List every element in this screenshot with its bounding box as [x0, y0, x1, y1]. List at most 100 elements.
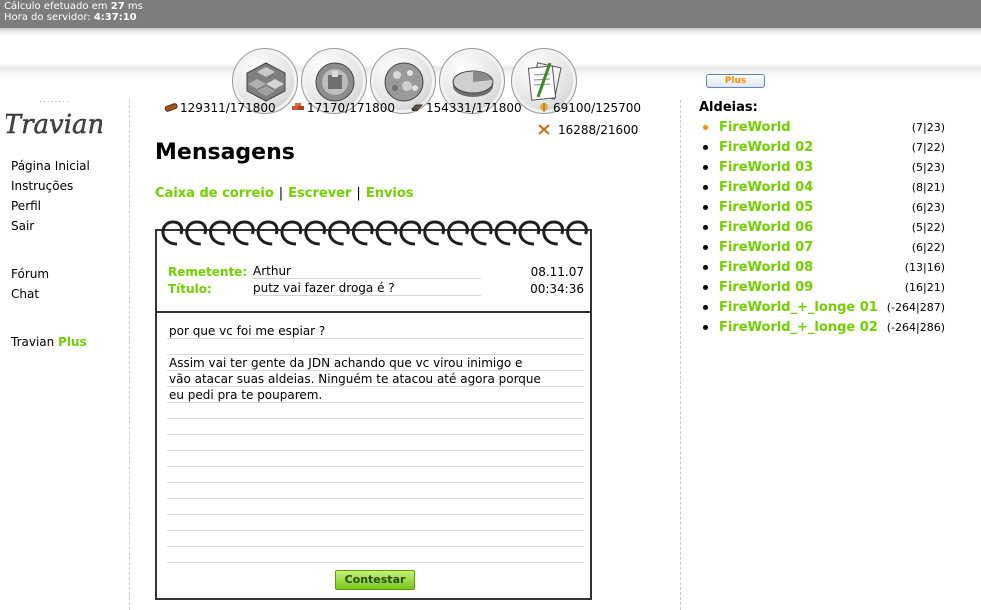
- village-coords: (-264|286): [886, 321, 945, 334]
- tab-separator: |: [278, 186, 284, 201]
- bullet-icon: [703, 205, 708, 210]
- spiral-ring: [542, 220, 565, 246]
- bullet-icon: [703, 325, 708, 330]
- village-name-link[interactable]: FireWorld 04: [719, 180, 813, 195]
- statistics-icon: [452, 70, 494, 97]
- notebook-spiral: [161, 220, 588, 246]
- village-name-link[interactable]: FireWorld_+_longe 02: [719, 320, 878, 335]
- spiral-ring: [256, 220, 279, 246]
- instructions-link[interactable]: Instruções: [11, 179, 73, 193]
- bullet-icon: [703, 145, 708, 150]
- village-coords: (8|21): [911, 181, 945, 194]
- village-coords: (5|23): [911, 161, 945, 174]
- bullet-icon: [703, 245, 708, 250]
- iron-icon: [410, 104, 424, 111]
- spiral-ring: [185, 220, 208, 246]
- travian-plus-link[interactable]: Travian Plus: [11, 335, 87, 349]
- wood-icon: [164, 103, 178, 112]
- spiral-ring: [304, 220, 327, 246]
- bullet-icon: [703, 265, 708, 270]
- villages-title: Aldeias:: [699, 100, 758, 115]
- spiral-ring: [518, 220, 541, 246]
- village-item[interactable]: FireWorld (7|23): [703, 120, 953, 136]
- village-name-link[interactable]: FireWorld: [719, 120, 791, 135]
- wood-resource: 129311/171800: [164, 101, 276, 115]
- crop-consumption-icon: [538, 124, 550, 135]
- village-overview-icon: [246, 62, 286, 102]
- home-link[interactable]: Página Inicial: [11, 159, 90, 173]
- reply-button[interactable]: Contestar: [335, 570, 415, 590]
- profile-link[interactable]: Perfil: [11, 199, 41, 213]
- spiral-ring: [447, 220, 469, 246]
- village-name-link[interactable]: FireWorld 02: [719, 140, 813, 155]
- message-body-line: vão atacar suas aldeias. Ninguém te atac…: [169, 372, 541, 386]
- village-coords: (6|23): [911, 201, 945, 214]
- village-item[interactable]: FireWorld 04 (8|21): [703, 180, 953, 196]
- bullet-icon: [703, 285, 708, 290]
- village-item[interactable]: FireWorld 06 (5|22): [703, 220, 953, 236]
- spiral-ring: [566, 220, 588, 246]
- spiral-ring: [470, 220, 493, 246]
- spiral-ring: [280, 220, 303, 246]
- message-body-line: Assim vai ter gente da JDN achando que v…: [169, 356, 523, 370]
- reports-messages-icon: [527, 62, 562, 101]
- village-name-link[interactable]: FireWorld 08: [719, 260, 813, 275]
- bullet-icon: [703, 125, 708, 130]
- village-item[interactable]: FireWorld 08 (13|16): [703, 260, 953, 276]
- spiral-ring: [209, 220, 231, 246]
- bullet-icon: [703, 225, 708, 230]
- village-name-link[interactable]: FireWorld 03: [719, 160, 813, 175]
- left-column-separator: [129, 100, 130, 610]
- village-coords: (13|16): [904, 261, 945, 274]
- plus-button[interactable]: Plus: [706, 74, 765, 88]
- tab-inbox[interactable]: Caixa de correio: [155, 186, 274, 201]
- village-item[interactable]: FireWorld 07 (6|22): [703, 240, 953, 256]
- top-status-bar: Cálculo efetuado em 27 ms Hora do servid…: [0, 0, 981, 28]
- village-item[interactable]: FireWorld_+_longe 02 (-264|286): [703, 320, 953, 336]
- svg-text:Travian: Travian: [6, 110, 102, 139]
- clay-icon: [292, 103, 304, 110]
- bullet-icon: [703, 185, 708, 190]
- village-coords: (7|23): [911, 121, 945, 134]
- village-name-link[interactable]: FireWorld 05: [719, 200, 813, 215]
- village-coords: (6|22): [911, 241, 945, 254]
- forum-link[interactable]: Fórum: [11, 267, 49, 281]
- bullet-icon: [703, 165, 708, 170]
- message-time: 00:34:36: [530, 282, 584, 296]
- message-tabs: Caixa de correio | Escrever | Envios: [155, 186, 414, 201]
- crop-consumption: 16288/21600: [537, 123, 638, 137]
- sender-name[interactable]: Arthur: [253, 264, 481, 279]
- village-item[interactable]: FireWorld 09 (16|21): [703, 280, 953, 296]
- tab-separator: |: [356, 186, 361, 201]
- village-item[interactable]: FireWorld 05 (6|23): [703, 200, 953, 216]
- spiral-ring: [351, 220, 374, 246]
- server-time-text: Hora do servidor: 4:37:10: [4, 12, 137, 23]
- message-notebook: Remetente: Arthur 08.11.07 Título: putz …: [155, 229, 592, 600]
- village-name-link[interactable]: FireWorld 06: [719, 220, 813, 235]
- village-item[interactable]: FireWorld 03 (5|23): [703, 160, 953, 176]
- village-item[interactable]: FireWorld_+_longe 01 (-264|287): [703, 300, 953, 316]
- spiral-ring: [232, 220, 255, 246]
- message-body-line: por que vc foi me espiar ?: [169, 324, 326, 338]
- bullet-icon: [703, 305, 708, 310]
- svg-text:· · · · · · · ·: · · · · · · · ·: [40, 99, 69, 106]
- tab-write[interactable]: Escrever: [288, 186, 351, 201]
- message-subject: putz vai fazer droga é ?: [253, 281, 481, 296]
- chat-link[interactable]: Chat: [11, 287, 39, 301]
- village-name-link[interactable]: FireWorld 09: [719, 280, 813, 295]
- crop-icon: [540, 103, 548, 112]
- village-item[interactable]: FireWorld 02 (7|22): [703, 140, 953, 156]
- travian-logo[interactable]: · · · · · · · · Travian: [6, 97, 102, 139]
- logout-link[interactable]: Sair: [11, 219, 34, 233]
- crop-resource: 69100/125700: [537, 101, 641, 115]
- page-title: Mensagens: [155, 140, 295, 165]
- spiral-ring: [494, 220, 517, 246]
- village-name-link[interactable]: FireWorld_+_longe 01: [719, 300, 878, 315]
- message-body: por que vc foi me espiar ? Assim vai ter…: [167, 317, 584, 567]
- village-coords: (-264|287): [886, 301, 945, 314]
- spiral-ring: [161, 220, 184, 246]
- map-icon: [384, 62, 424, 102]
- tab-sent[interactable]: Envios: [366, 186, 414, 201]
- village-coords: (5|22): [911, 221, 945, 234]
- village-name-link[interactable]: FireWorld 07: [719, 240, 813, 255]
